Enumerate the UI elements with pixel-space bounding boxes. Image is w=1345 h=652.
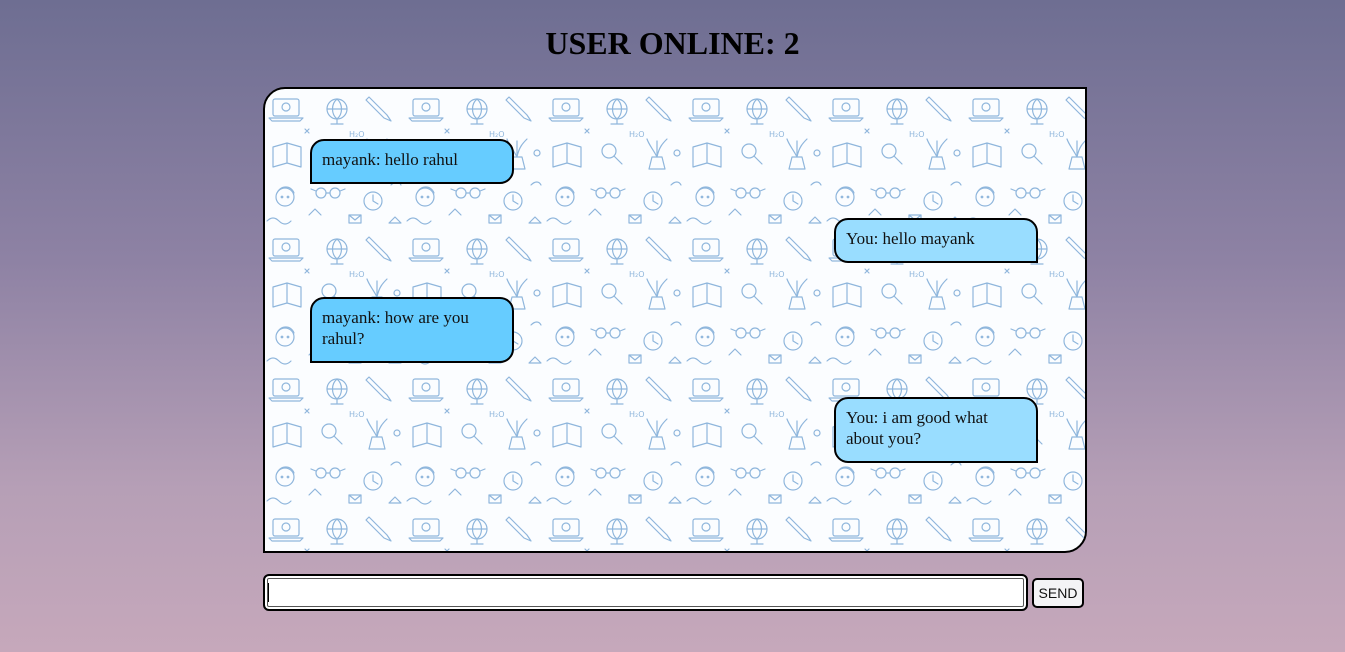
incoming-message-bubble: mayank: how are you rahul? [310,297,514,363]
text-caret [268,583,269,602]
send-button[interactable]: SEND [1032,578,1084,608]
outgoing-message-bubble: You: hello mayank [834,218,1038,263]
online-users-heading: USER ONLINE: 2 [545,25,800,61]
message-input[interactable] [263,574,1028,611]
outgoing-message-bubble: You: i am good what about you? [834,397,1038,463]
incoming-message-bubble: mayank: hello rahul [310,139,514,184]
chat-window[interactable]: H₂O mayank: hello rahul You: hello mayan… [263,87,1087,553]
